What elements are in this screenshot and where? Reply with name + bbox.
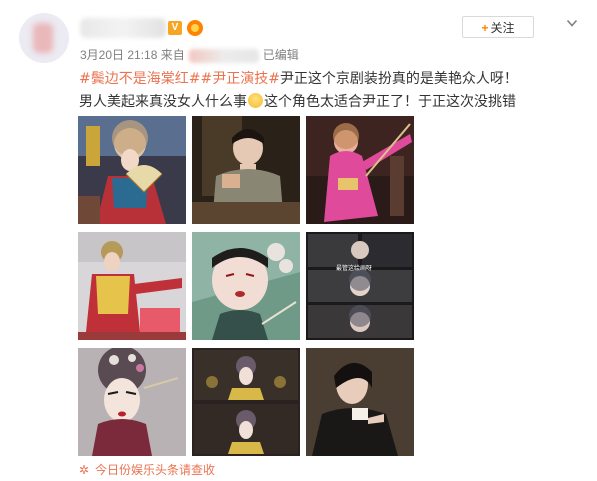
weibo-post-card: V 3月20日 21:18 来自 已编辑 + 关注 #鬓边不是海棠红##尹正演技#尹… xyxy=(0,0,597,481)
photo-5[interactable] xyxy=(192,232,300,340)
photo-1[interactable] xyxy=(78,116,186,224)
follow-label: 关注 xyxy=(490,21,515,35)
follow-button[interactable]: + 关注 xyxy=(462,16,534,38)
photo-4[interactable] xyxy=(78,232,186,340)
post-meta: 3月20日 21:18 来自 已编辑 xyxy=(80,46,299,63)
chevron-down-icon[interactable] xyxy=(566,17,578,29)
verified-badge-icon: V xyxy=(168,21,182,35)
footer-link[interactable]: ✲ 今日份娱乐头条请查收 xyxy=(79,461,215,478)
photo-7[interactable] xyxy=(78,348,186,456)
footer-text: 今日份娱乐头条请查收 xyxy=(95,463,216,477)
topic-link-2[interactable]: #尹正演技# xyxy=(200,71,279,87)
collage-caption: 最管这绘画呀 xyxy=(336,265,373,272)
sparkle-icon: ✲ xyxy=(79,463,90,477)
photo-9[interactable] xyxy=(306,348,414,456)
photo-3[interactable] xyxy=(306,116,414,224)
photo-2[interactable] xyxy=(192,116,300,224)
avatar-blur xyxy=(33,23,53,53)
photo-8[interactable] xyxy=(192,348,300,456)
post-date[interactable]: 3月20日 21:18 来自 xyxy=(80,48,185,62)
source-redacted xyxy=(188,48,259,63)
edited-label[interactable]: 已编辑 xyxy=(263,48,299,62)
laugh-emoji-icon xyxy=(248,93,263,108)
vip-level-icon xyxy=(187,20,203,36)
username-redacted[interactable] xyxy=(80,18,166,38)
avatar[interactable] xyxy=(19,13,69,63)
plus-icon: + xyxy=(481,21,489,35)
topic-link-1[interactable]: #鬓边不是海棠红# xyxy=(79,71,200,87)
photo-6[interactable]: 最管这绘画呀 xyxy=(306,232,414,340)
